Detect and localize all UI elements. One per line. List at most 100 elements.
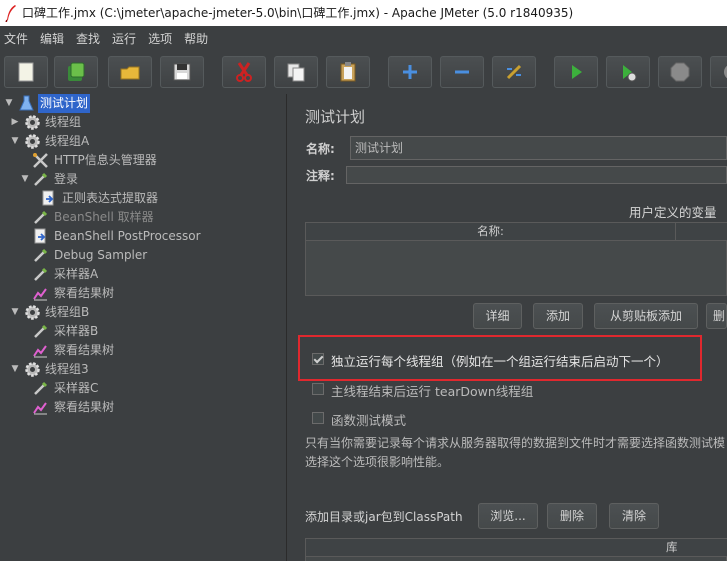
tree-node[interactable]: ▼ 线程组3 bbox=[0, 360, 286, 379]
new-button[interactable] bbox=[4, 56, 48, 88]
expand-icon bbox=[403, 65, 417, 79]
menu-edit[interactable]: 编辑 bbox=[36, 30, 70, 47]
tree-node-label: 察看结果树 bbox=[54, 343, 115, 357]
tree-node-label: 采样器C bbox=[54, 381, 99, 395]
menu-help[interactable]: 帮助 bbox=[180, 30, 214, 47]
window-titlebar: 口碑工作.jmx (C:\jmeter\apache-jmeter-5.0\bi… bbox=[0, 0, 727, 26]
paste-button[interactable] bbox=[326, 56, 370, 88]
tree-node[interactable]: 采样器B bbox=[0, 322, 286, 341]
doc-arrow-icon bbox=[40, 190, 57, 207]
tree-node[interactable]: 察看结果树 bbox=[0, 341, 286, 360]
collapsed-arrow-icon[interactable]: ▶ bbox=[10, 113, 20, 132]
save-button[interactable] bbox=[160, 56, 204, 88]
comment-label: 注释: bbox=[306, 169, 335, 183]
expanded-arrow-icon[interactable]: ▼ bbox=[10, 360, 20, 379]
udv-table[interactable]: 名称: bbox=[305, 222, 727, 296]
stop-button[interactable] bbox=[658, 56, 702, 88]
shutdown-icon bbox=[724, 65, 727, 79]
clear-button[interactable]: 清除 bbox=[609, 503, 659, 529]
tree-node[interactable]: ▼ 线程组A bbox=[0, 132, 286, 151]
menu-file[interactable]: 文件 bbox=[0, 30, 34, 47]
tree-node[interactable]: ▶ 线程组 bbox=[0, 113, 286, 132]
browse-button[interactable]: 浏览... bbox=[478, 503, 538, 529]
menu-options[interactable]: 选项 bbox=[144, 30, 178, 47]
tree-node-label: 线程组 bbox=[45, 115, 82, 129]
tree-node[interactable]: 察看结果树 bbox=[0, 398, 286, 417]
paste-icon bbox=[340, 62, 356, 82]
expand-button[interactable] bbox=[388, 56, 432, 88]
pipette-icon bbox=[32, 209, 49, 226]
copy-button[interactable] bbox=[274, 56, 318, 88]
name-field[interactable]: 测试计划 bbox=[350, 136, 727, 160]
library-column-header[interactable]: 库 bbox=[306, 539, 727, 557]
add-from-clipboard-button[interactable]: 从剪贴板添加 bbox=[594, 303, 698, 329]
start-no-timers-icon bbox=[623, 65, 637, 82]
tree-node[interactable]: BeanShell 取样器 bbox=[0, 208, 286, 227]
add-button[interactable]: 添加 bbox=[533, 303, 583, 329]
expanded-arrow-icon[interactable]: ▼ bbox=[10, 303, 20, 322]
tree-node[interactable]: ▼ 测试计划 bbox=[0, 94, 286, 113]
classpath-table[interactable]: 库 bbox=[305, 538, 727, 561]
pipette-icon bbox=[32, 171, 49, 188]
expanded-arrow-icon[interactable]: ▼ bbox=[20, 170, 30, 189]
gear-icon bbox=[24, 361, 41, 378]
tree-node[interactable]: Debug Sampler bbox=[0, 246, 286, 265]
jmeter-feather-icon bbox=[5, 5, 16, 22]
teardown-after-shutdown-checkbox[interactable] bbox=[312, 383, 324, 395]
tree-node[interactable]: 采样器C bbox=[0, 379, 286, 398]
udv-col-value[interactable] bbox=[676, 223, 727, 241]
tree-node-label: 登录 bbox=[54, 172, 79, 186]
templates-button[interactable] bbox=[54, 56, 98, 88]
comment-field[interactable] bbox=[346, 166, 727, 184]
chart-icon bbox=[32, 399, 49, 416]
pipette-icon bbox=[32, 380, 49, 397]
expanded-arrow-icon[interactable]: ▼ bbox=[4, 94, 14, 113]
tree-node[interactable]: ▼ 登录 bbox=[0, 170, 286, 189]
udv-title: 用户定义的变量 bbox=[629, 205, 717, 220]
flask-icon bbox=[18, 95, 35, 112]
stop-icon bbox=[670, 62, 690, 82]
chart-icon bbox=[32, 342, 49, 359]
serial-thread-groups-label: 独立运行每个线程组（例如在一个组运行结束后启动下一个） bbox=[331, 354, 669, 369]
start-button[interactable] bbox=[554, 56, 598, 88]
tree-node[interactable]: BeanShell PostProcessor bbox=[0, 227, 286, 246]
functional-test-mode-checkbox[interactable] bbox=[312, 412, 324, 424]
delete-button[interactable]: 删 bbox=[706, 303, 727, 329]
split-divider[interactable] bbox=[288, 94, 292, 561]
tree-node[interactable]: 采样器A bbox=[0, 265, 286, 284]
remove-button[interactable]: 删除 bbox=[547, 503, 597, 529]
serial-thread-groups-checkbox[interactable] bbox=[312, 353, 324, 365]
tree-node[interactable]: HTTP信息头管理器 bbox=[0, 151, 286, 170]
shutdown-button[interactable] bbox=[710, 56, 727, 88]
tree-node-label: 察看结果树 bbox=[54, 400, 115, 414]
toolbar bbox=[0, 52, 727, 94]
tree-node-label: 采样器A bbox=[54, 267, 99, 281]
tree-node[interactable]: ▼ 线程组B bbox=[0, 303, 286, 322]
window-title: 口碑工作.jmx (C:\jmeter\apache-jmeter-5.0\bi… bbox=[22, 6, 574, 20]
tree-node-label: 线程组B bbox=[45, 305, 90, 319]
toggle-icon bbox=[506, 64, 522, 80]
udv-col-name[interactable]: 名称: bbox=[306, 223, 676, 241]
tree-node[interactable]: 察看结果树 bbox=[0, 284, 286, 303]
functional-help-line2: 选择这个选项很影响性能。 bbox=[305, 455, 450, 469]
collapse-icon bbox=[455, 70, 469, 74]
templates-icon bbox=[68, 62, 85, 81]
menu-run[interactable]: 运行 bbox=[108, 30, 142, 47]
test-plan-tree: ▼ 测试计划 ▶ 线程组 ▼ 线程组A HTTP信息头管理器 ▼ 登录 正则表达式提取器 BeanS… bbox=[0, 94, 287, 561]
expanded-arrow-icon[interactable]: ▼ bbox=[10, 132, 20, 151]
tree-node-label: 测试计划 bbox=[38, 94, 91, 113]
classpath-label: 添加目录或jar包到ClassPath bbox=[305, 510, 463, 524]
tree-node-label: Debug Sampler bbox=[54, 248, 148, 262]
gear-icon bbox=[24, 304, 41, 321]
tree-node[interactable]: 正则表达式提取器 bbox=[0, 189, 286, 208]
start-no-timers-button[interactable] bbox=[606, 56, 650, 88]
tree-node-label: 线程组3 bbox=[45, 362, 89, 376]
tools-icon bbox=[32, 152, 49, 169]
menu-search[interactable]: 查找 bbox=[72, 30, 106, 47]
cut-button[interactable] bbox=[222, 56, 266, 88]
open-button[interactable] bbox=[108, 56, 152, 88]
toggle-button[interactable] bbox=[492, 56, 536, 88]
functional-help-line1: 只有当你需要记录每个请求从服务器取得的数据到文件时才需要选择函数测试模 bbox=[305, 436, 726, 450]
detail-button[interactable]: 详细 bbox=[473, 303, 522, 329]
collapse-button[interactable] bbox=[440, 56, 484, 88]
